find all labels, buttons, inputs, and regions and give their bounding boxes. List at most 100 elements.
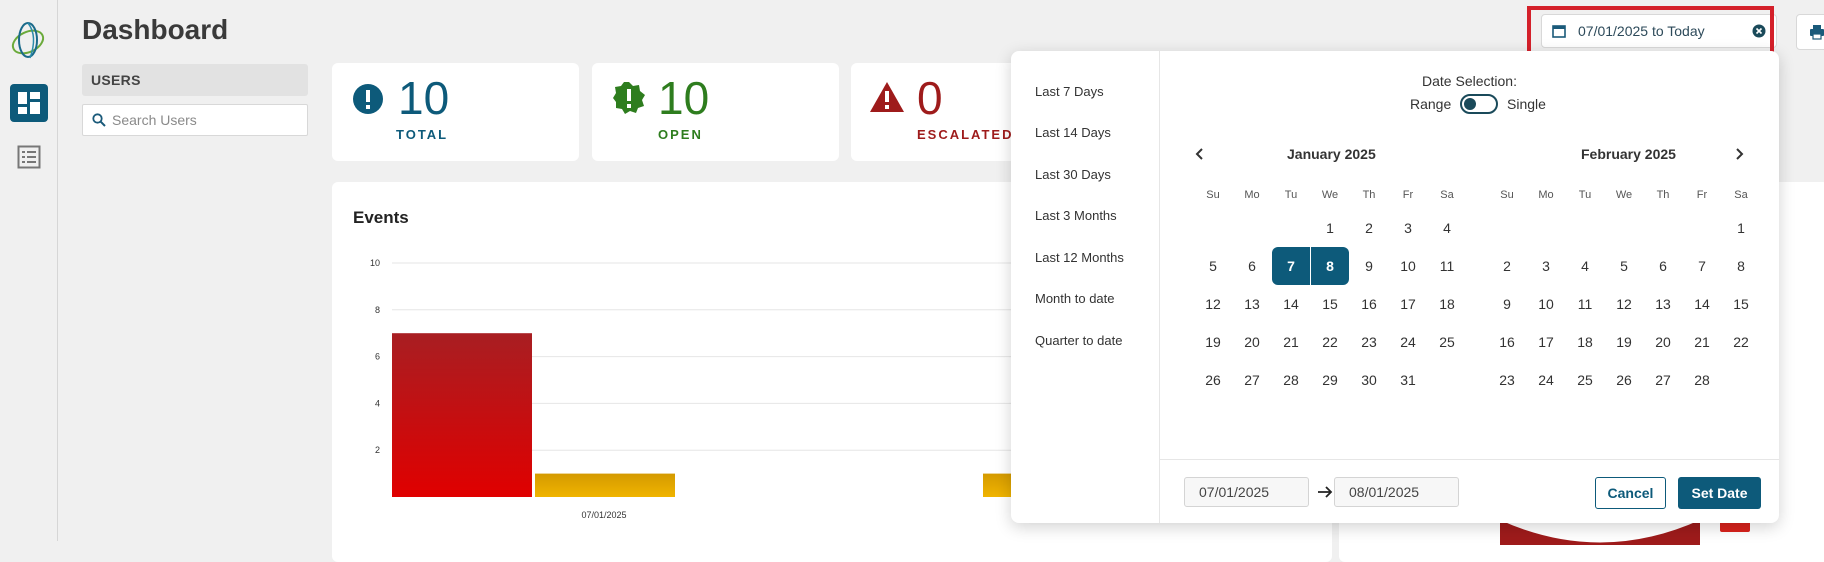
preset-option[interactable]: Last 30 Days bbox=[1035, 167, 1111, 182]
print-icon bbox=[1810, 25, 1824, 40]
calendar-day[interactable]: 27 bbox=[1233, 361, 1271, 399]
calendar-day[interactable]: 25 bbox=[1428, 323, 1466, 361]
x-tick-label: 07/01/2025 bbox=[581, 510, 626, 520]
stat-value: 10 bbox=[398, 72, 450, 124]
chevron-right-icon[interactable] bbox=[1733, 147, 1745, 161]
calendar-day[interactable]: 7 bbox=[1683, 247, 1721, 285]
calendar-day[interactable]: 30 bbox=[1350, 361, 1388, 399]
date-picker-popup: Last 7 Days Last 14 Days Last 30 Days Last … bbox=[1011, 51, 1779, 523]
y-tick-label: 10 bbox=[370, 258, 380, 268]
calendar-day[interactable]: 19 bbox=[1194, 323, 1232, 361]
calendar-day[interactable]: 10 bbox=[1527, 285, 1565, 323]
calendar-day[interactable]: 21 bbox=[1272, 323, 1310, 361]
to-date-input[interactable]: 08/01/2025 bbox=[1334, 477, 1459, 507]
weekday-label: Mo bbox=[1244, 189, 1260, 201]
month-title: January 2025 bbox=[1287, 146, 1376, 162]
preset-option[interactable]: Quarter to date bbox=[1035, 333, 1122, 348]
calendar-day[interactable]: 20 bbox=[1233, 323, 1271, 361]
calendar-day[interactable]: 5 bbox=[1605, 247, 1643, 285]
calendar-day[interactable]: 11 bbox=[1566, 285, 1604, 323]
calendar-day[interactable]: 1 bbox=[1722, 209, 1760, 247]
calendar-day[interactable]: 17 bbox=[1389, 285, 1427, 323]
calendar-day[interactable]: 2 bbox=[1350, 209, 1388, 247]
weekday-label: Sa bbox=[1734, 189, 1748, 201]
preset-option[interactable]: Month to date bbox=[1035, 291, 1115, 306]
calendar-day[interactable]: 10 bbox=[1389, 247, 1427, 285]
calendar-day[interactable]: 6 bbox=[1644, 247, 1682, 285]
info-alert-icon bbox=[353, 84, 383, 114]
calendar-day[interactable]: 3 bbox=[1389, 209, 1427, 247]
weekday-label: Fr bbox=[1696, 189, 1708, 201]
calendar-day-selected[interactable]: 8 bbox=[1311, 247, 1349, 285]
dashboard-nav-icon[interactable] bbox=[10, 84, 48, 122]
preset-option[interactable]: Last 3 Months bbox=[1035, 208, 1117, 223]
users-heading: USERS bbox=[82, 64, 308, 96]
weekday-label: Th bbox=[1362, 189, 1376, 201]
calendar-day[interactable]: 22 bbox=[1311, 323, 1349, 361]
calendar-day[interactable]: 16 bbox=[1350, 285, 1388, 323]
weekday-label: Sa bbox=[1440, 189, 1454, 201]
calendar-day[interactable]: 9 bbox=[1350, 247, 1388, 285]
list-nav-icon[interactable] bbox=[14, 142, 44, 172]
event-bar[interactable] bbox=[392, 333, 532, 497]
calendar-day[interactable]: 22 bbox=[1722, 323, 1760, 361]
calendar-day[interactable]: 20 bbox=[1644, 323, 1682, 361]
preset-option[interactable]: Last 7 Days bbox=[1035, 84, 1104, 99]
chevron-left-icon[interactable] bbox=[1194, 147, 1206, 161]
calendar-day[interactable]: 4 bbox=[1428, 209, 1466, 247]
calendar-day[interactable]: 5 bbox=[1194, 247, 1232, 285]
range-single-toggle[interactable] bbox=[1460, 94, 1498, 114]
set-date-button[interactable]: Set Date bbox=[1678, 477, 1761, 509]
calendar-day[interactable]: 27 bbox=[1644, 361, 1682, 399]
calendar-day[interactable]: 18 bbox=[1428, 285, 1466, 323]
calendar-day[interactable]: 23 bbox=[1488, 361, 1526, 399]
calendar-day[interactable]: 9 bbox=[1488, 285, 1526, 323]
calendar-day[interactable]: 23 bbox=[1350, 323, 1388, 361]
calendar-day[interactable]: 4 bbox=[1566, 247, 1604, 285]
calendar-day[interactable]: 17 bbox=[1527, 323, 1565, 361]
calendar-day[interactable]: 25 bbox=[1566, 361, 1604, 399]
weekday-label: Tu bbox=[1284, 189, 1298, 201]
calendar-day[interactable]: 14 bbox=[1272, 285, 1310, 323]
stat-label: TOTAL bbox=[396, 127, 449, 142]
calendar-day[interactable]: 19 bbox=[1605, 323, 1643, 361]
event-bar[interactable] bbox=[535, 473, 675, 497]
preset-option[interactable]: Last 12 Months bbox=[1035, 250, 1124, 265]
search-users-input[interactable]: Search Users bbox=[82, 104, 308, 136]
calendar-day[interactable]: 24 bbox=[1527, 361, 1565, 399]
calendar-day[interactable]: 6 bbox=[1233, 247, 1271, 285]
calendar-day[interactable]: 1 bbox=[1311, 209, 1349, 247]
calendar-day[interactable]: 15 bbox=[1722, 285, 1760, 323]
calendar-day[interactable]: 15 bbox=[1311, 285, 1349, 323]
calendar-area: Date Selection: Range Single January 202… bbox=[1160, 51, 1779, 459]
calendar-day[interactable]: 24 bbox=[1389, 323, 1427, 361]
print-button[interactable] bbox=[1796, 14, 1824, 50]
calendar-day[interactable]: 16 bbox=[1488, 323, 1526, 361]
calendar-day[interactable]: 28 bbox=[1272, 361, 1310, 399]
calendar-day-selected[interactable]: 7 bbox=[1272, 247, 1310, 285]
calendar-day[interactable]: 31 bbox=[1389, 361, 1427, 399]
stat-card-open: 10 OPEN bbox=[592, 63, 839, 161]
calendar-day[interactable]: 28 bbox=[1683, 361, 1721, 399]
calendar-day[interactable]: 21 bbox=[1683, 323, 1721, 361]
preset-option[interactable]: Last 14 Days bbox=[1035, 125, 1111, 140]
from-date-input[interactable]: 07/01/2025 bbox=[1184, 477, 1309, 507]
cancel-button[interactable]: Cancel bbox=[1595, 477, 1666, 509]
calendar-day[interactable]: 13 bbox=[1233, 285, 1271, 323]
calendar-day[interactable]: 18 bbox=[1566, 323, 1604, 361]
calendar-day[interactable]: 12 bbox=[1605, 285, 1643, 323]
calendar-day[interactable]: 2 bbox=[1488, 247, 1526, 285]
search-users-placeholder: Search Users bbox=[112, 112, 197, 128]
badge-alert-icon bbox=[613, 82, 645, 114]
weekday-label: We bbox=[1615, 189, 1633, 201]
calendar-day[interactable]: 29 bbox=[1311, 361, 1349, 399]
calendar-day[interactable]: 3 bbox=[1527, 247, 1565, 285]
calendar-day[interactable]: 13 bbox=[1644, 285, 1682, 323]
calendar-day[interactable]: 12 bbox=[1194, 285, 1232, 323]
calendar-day[interactable]: 26 bbox=[1605, 361, 1643, 399]
calendar-day[interactable]: 26 bbox=[1194, 361, 1232, 399]
calendar-day[interactable]: 11 bbox=[1428, 247, 1466, 285]
y-tick-label: 8 bbox=[375, 305, 380, 315]
calendar-day[interactable]: 8 bbox=[1722, 247, 1760, 285]
calendar-day[interactable]: 14 bbox=[1683, 285, 1721, 323]
